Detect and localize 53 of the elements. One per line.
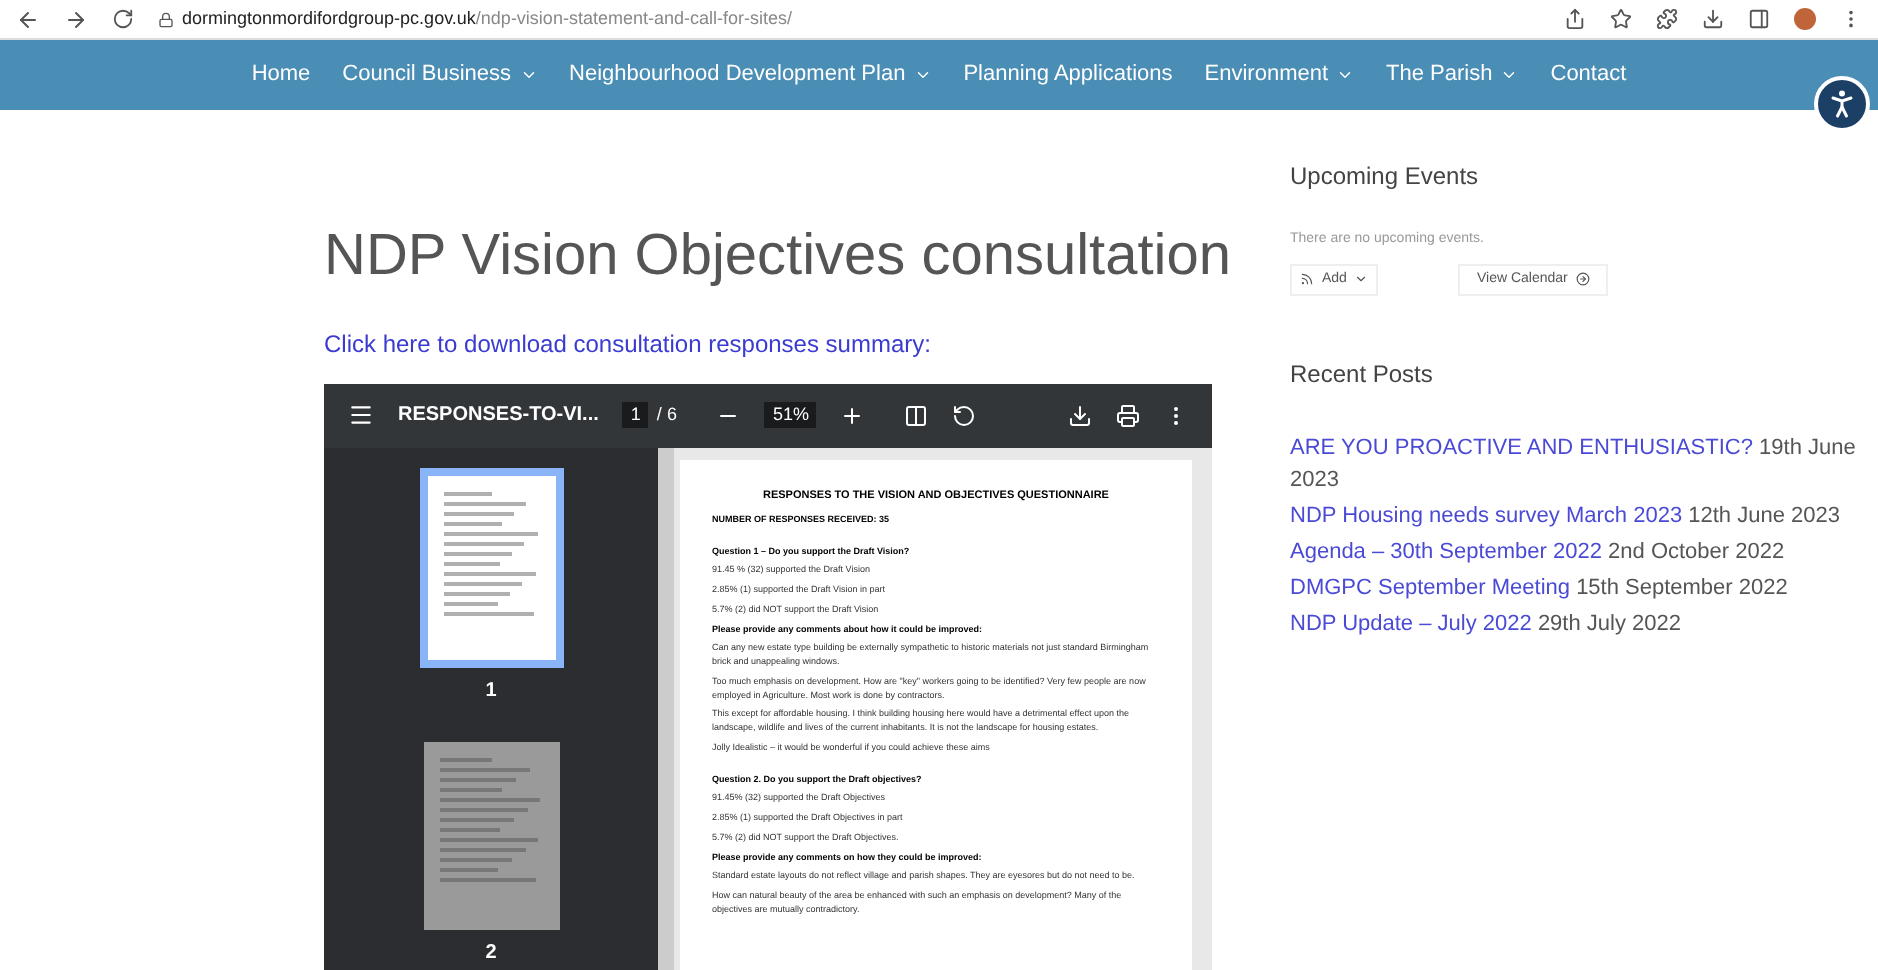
page-thumbnail[interactable] (423, 741, 559, 929)
download-link[interactable]: Click here to download consultation responses summary: (324, 325, 1290, 361)
download-icon[interactable] (1068, 403, 1092, 427)
zoom-field[interactable]: 51% (764, 401, 817, 429)
page-thumbnail[interactable] (419, 467, 563, 667)
recent-post: Agenda – 30th September 2022 2nd October 2022 (1290, 538, 1787, 568)
chevron-down-icon (519, 66, 538, 84)
recent-post: NDP Update – July 2022 29th July 2022 (1290, 610, 1683, 640)
rotate-icon[interactable] (952, 403, 977, 427)
page-title: NDP Vision Objectives consultation (324, 222, 1233, 292)
post-link[interactable]: ARE YOU PROACTIVE AND ENTHUSIASTIC? (1290, 436, 1753, 460)
reload-icon[interactable] (112, 8, 134, 30)
nav-link[interactable]: Environment (1204, 58, 1355, 92)
chevron-down-icon (1500, 66, 1519, 84)
post-link[interactable]: Agenda – 30th September 2022 (1290, 540, 1602, 564)
section-title: Recent Posts (1290, 358, 1435, 392)
file-name: RESPONSES-TO-VI... (398, 402, 599, 430)
post-link[interactable]: NDP Housing needs survey March 2023 (1290, 504, 1683, 528)
arrow-right-icon (1575, 272, 1590, 287)
download-icon[interactable] (1702, 8, 1724, 30)
nav-link[interactable]: Contact (1550, 58, 1627, 92)
nav-link[interactable]: Planning Applications (963, 58, 1173, 92)
profile-avatar[interactable] (1794, 8, 1816, 30)
rss-icon (1300, 272, 1314, 287)
forward-icon[interactable] (64, 7, 88, 31)
section-title: Upcoming Events (1290, 160, 1481, 194)
caret-icon (1354, 272, 1369, 287)
menu-icon[interactable] (348, 402, 374, 428)
recent-post: ARE YOU PROACTIVE AND ENTHUSIASTIC? 19th June 2023 (1290, 434, 1858, 496)
accessibility-button[interactable] (1814, 76, 1870, 132)
page-field[interactable]: 1 (622, 401, 649, 429)
chevron-down-icon (913, 66, 932, 84)
print-icon[interactable] (1116, 403, 1140, 427)
nav-link[interactable]: Home (251, 58, 311, 92)
recent-post: DMGPC September Meeting 15th September 2022 (1290, 574, 1790, 604)
post-link[interactable]: DMGPC September Meeting (1290, 576, 1570, 600)
page-number: 2 (485, 939, 497, 967)
post-link[interactable]: NDP Update – July 2022 (1290, 612, 1532, 636)
zoom-in-icon[interactable] (840, 403, 865, 427)
page-count: / 6 (656, 401, 677, 428)
puzzle-icon[interactable] (1656, 8, 1678, 30)
star-icon[interactable] (1610, 8, 1632, 30)
nav-link[interactable]: Council Business (342, 58, 538, 92)
chevron-down-icon (1336, 66, 1355, 84)
sidebar-icon[interactable] (1748, 8, 1770, 30)
share-icon[interactable] (1564, 8, 1586, 30)
nav-link[interactable]: The Parish (1386, 58, 1519, 92)
nav-link[interactable]: Neighbourhood Development Plan (569, 58, 932, 92)
back-icon[interactable] (16, 7, 40, 31)
address-bar[interactable]: dormingtonmordifordgroup-pc.gov.uk/ndp-vision-statement-and-call-for-sites/ (158, 5, 1540, 33)
page-number: 1 (485, 677, 497, 705)
fit-page-icon[interactable] (904, 403, 929, 427)
recent-post: NDP Housing needs survey March 2023 12th June 2023 (1290, 502, 1842, 532)
